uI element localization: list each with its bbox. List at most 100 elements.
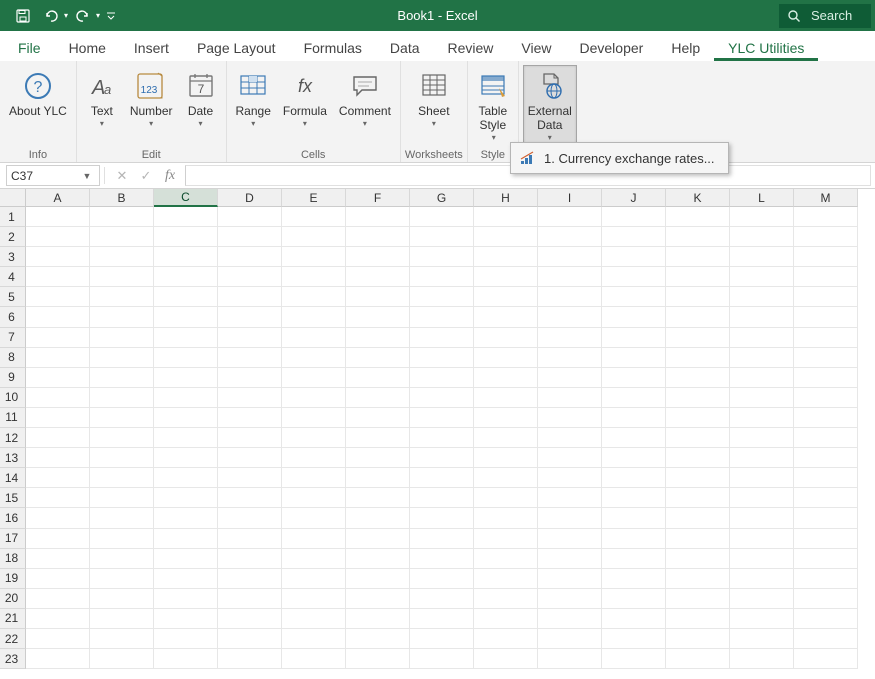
cell[interactable] <box>282 287 346 307</box>
cell[interactable] <box>282 448 346 468</box>
row-header[interactable]: 19 <box>0 569 26 589</box>
undo-button[interactable] <box>38 4 64 28</box>
cell[interactable] <box>666 609 730 629</box>
tab-page-layout[interactable]: Page Layout <box>183 34 290 61</box>
cell[interactable] <box>794 549 858 569</box>
cell[interactable] <box>154 307 218 327</box>
cell[interactable] <box>154 529 218 549</box>
cell[interactable] <box>794 287 858 307</box>
cell[interactable] <box>218 529 282 549</box>
cell[interactable] <box>794 368 858 388</box>
cell[interactable] <box>90 589 154 609</box>
cell[interactable] <box>730 428 794 448</box>
cell[interactable] <box>538 247 602 267</box>
cell[interactable] <box>538 609 602 629</box>
cell[interactable] <box>346 488 410 508</box>
cell[interactable] <box>282 589 346 609</box>
cell[interactable] <box>666 569 730 589</box>
cell[interactable] <box>538 589 602 609</box>
cell[interactable] <box>346 569 410 589</box>
cell[interactable] <box>154 287 218 307</box>
cell[interactable] <box>26 448 90 468</box>
tab-ylc-utilities[interactable]: YLC Utilities <box>714 34 818 61</box>
cell[interactable] <box>602 569 666 589</box>
cell[interactable] <box>474 267 538 287</box>
column-header[interactable]: A <box>26 189 90 207</box>
cell[interactable] <box>794 247 858 267</box>
cell[interactable] <box>218 549 282 569</box>
cell[interactable] <box>794 328 858 348</box>
cell[interactable] <box>730 569 794 589</box>
cell[interactable] <box>794 448 858 468</box>
cell[interactable] <box>666 549 730 569</box>
cell[interactable] <box>602 649 666 669</box>
cell[interactable] <box>90 549 154 569</box>
cell[interactable] <box>730 348 794 368</box>
cell[interactable] <box>538 307 602 327</box>
cell[interactable] <box>346 408 410 428</box>
cell[interactable] <box>26 508 90 528</box>
cell[interactable] <box>794 508 858 528</box>
cell[interactable] <box>730 508 794 528</box>
cell[interactable] <box>90 267 154 287</box>
cell[interactable] <box>218 307 282 327</box>
text-button[interactable]: Aa Text ▾ <box>81 65 123 147</box>
cell[interactable] <box>730 207 794 227</box>
cell[interactable] <box>602 488 666 508</box>
cell[interactable] <box>282 428 346 448</box>
cell[interactable] <box>26 307 90 327</box>
cell[interactable] <box>730 227 794 247</box>
cell[interactable] <box>794 388 858 408</box>
cell[interactable] <box>474 307 538 327</box>
cell[interactable] <box>346 649 410 669</box>
tab-review[interactable]: Review <box>434 34 508 61</box>
cell[interactable] <box>346 589 410 609</box>
cell[interactable] <box>410 428 474 448</box>
row-header[interactable]: 17 <box>0 529 26 549</box>
cell[interactable] <box>346 468 410 488</box>
cell[interactable] <box>90 508 154 528</box>
cell[interactable] <box>282 408 346 428</box>
cell[interactable] <box>410 529 474 549</box>
number-button[interactable]: 123 Number ▾ <box>125 65 178 147</box>
cell[interactable] <box>218 287 282 307</box>
date-button[interactable]: 7 Date ▾ <box>180 65 222 147</box>
cell[interactable] <box>154 428 218 448</box>
column-header[interactable]: H <box>474 189 538 207</box>
cell[interactable] <box>666 227 730 247</box>
cell[interactable] <box>346 388 410 408</box>
cell[interactable] <box>602 609 666 629</box>
cell[interactable] <box>730 649 794 669</box>
cell[interactable] <box>602 247 666 267</box>
cell[interactable] <box>218 408 282 428</box>
cell[interactable] <box>794 227 858 247</box>
cell[interactable] <box>538 267 602 287</box>
cell[interactable] <box>346 549 410 569</box>
cell[interactable] <box>474 529 538 549</box>
cell[interactable] <box>282 569 346 589</box>
cell[interactable] <box>602 307 666 327</box>
cell[interactable] <box>26 247 90 267</box>
name-box-dropdown-icon[interactable]: ▼ <box>79 171 95 181</box>
cell[interactable] <box>346 348 410 368</box>
cell[interactable] <box>666 287 730 307</box>
cell[interactable] <box>346 227 410 247</box>
row-header[interactable]: 23 <box>0 649 26 669</box>
cell[interactable] <box>666 508 730 528</box>
row-header[interactable]: 20 <box>0 589 26 609</box>
cell[interactable] <box>26 529 90 549</box>
cell[interactable] <box>474 589 538 609</box>
column-header[interactable]: F <box>346 189 410 207</box>
cell[interactable] <box>218 428 282 448</box>
cell[interactable] <box>602 328 666 348</box>
row-header[interactable]: 5 <box>0 287 26 307</box>
cell[interactable] <box>346 207 410 227</box>
cell[interactable] <box>154 348 218 368</box>
cell[interactable] <box>794 629 858 649</box>
cell[interactable] <box>602 529 666 549</box>
tab-view[interactable]: View <box>507 34 565 61</box>
cell[interactable] <box>602 549 666 569</box>
cell[interactable] <box>26 649 90 669</box>
cell[interactable] <box>538 508 602 528</box>
cell[interactable] <box>26 468 90 488</box>
